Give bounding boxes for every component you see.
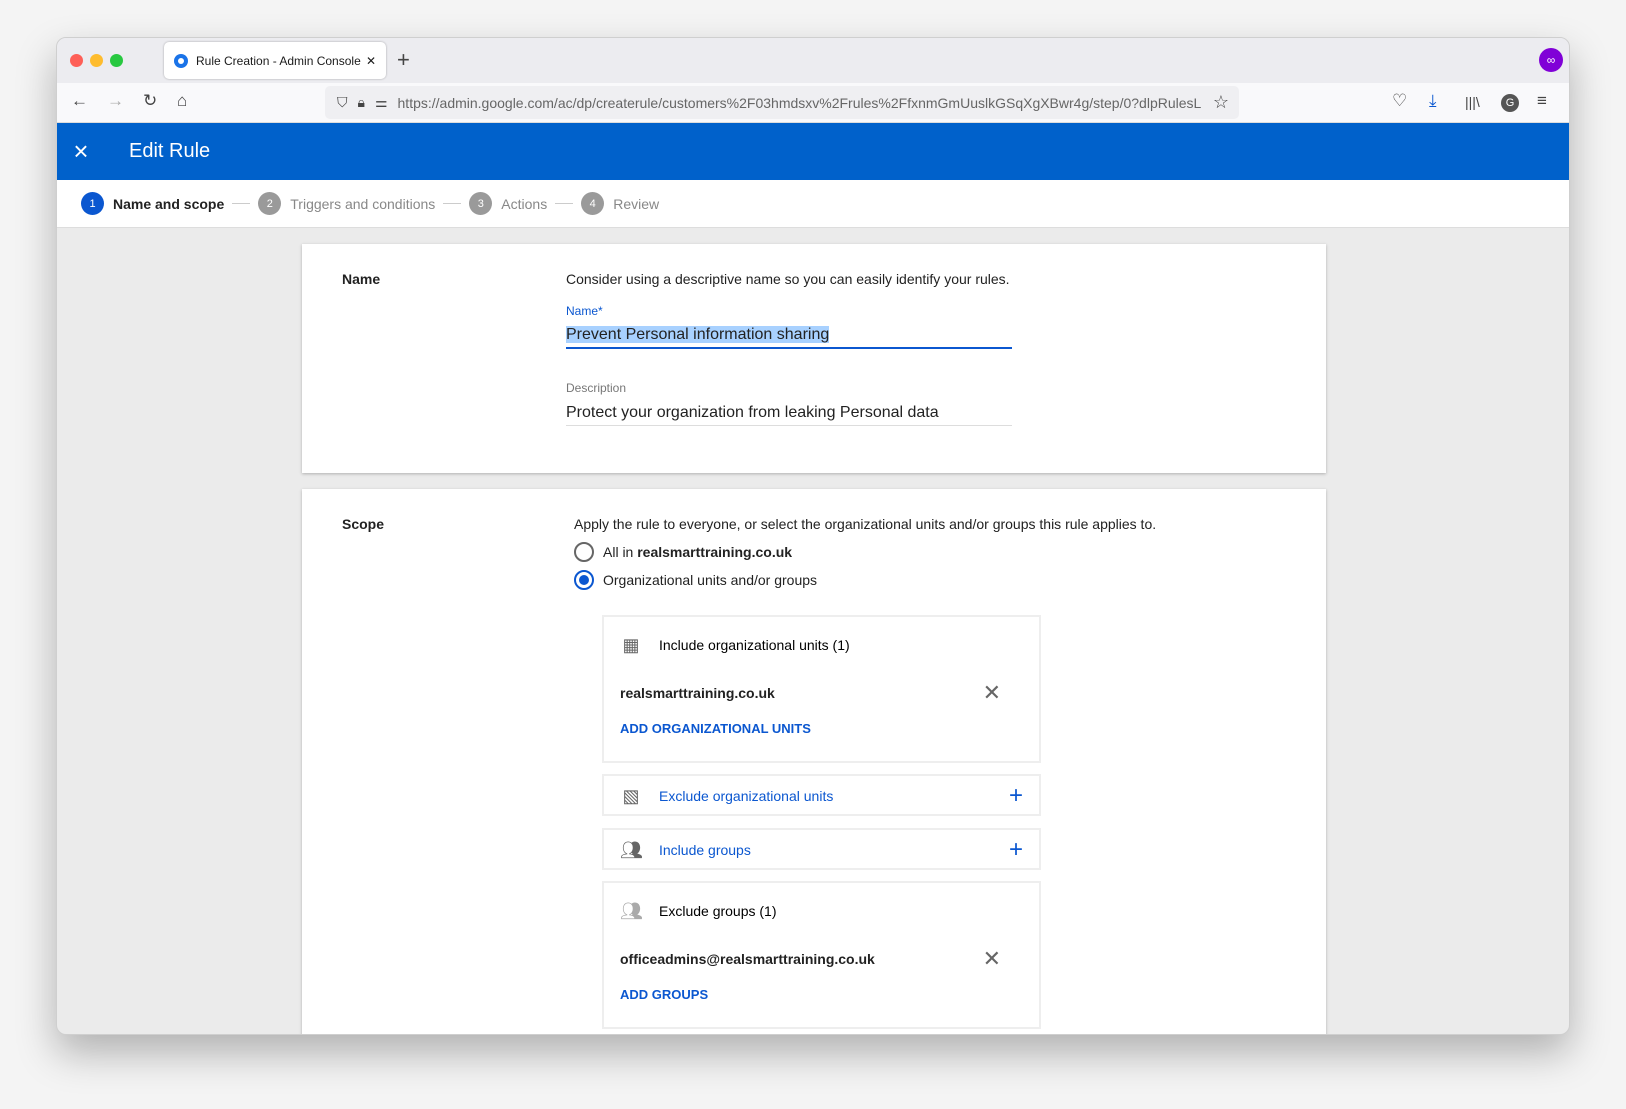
- scope-options: Apply the rule to everyone, or select th…: [574, 516, 1156, 590]
- page-title: Edit Rule: [129, 140, 211, 162]
- description-input[interactable]: Protect your organization from leaking P…: [566, 398, 1012, 426]
- tab-bar: Rule Creation - Admin Console ✕ + ∞: [57, 38, 1569, 83]
- close-icon[interactable]: ×: [57, 136, 105, 167]
- include-groups-box[interactable]: 👥︎ Include groups +: [602, 828, 1041, 870]
- step-divider: [555, 203, 574, 204]
- add-icon[interactable]: +: [1009, 836, 1023, 864]
- reload-button[interactable]: ↻: [143, 91, 157, 111]
- description-field-label: Description: [566, 381, 627, 395]
- add-org-units-button[interactable]: ADD ORGANIZATIONAL UNITS: [604, 721, 1039, 736]
- forward-button[interactable]: →: [107, 91, 124, 111]
- building-icon: ▦: [622, 634, 640, 655]
- library-icon[interactable]: |||\: [1465, 94, 1480, 110]
- exclude-groups-title: Exclude groups (1): [659, 903, 777, 919]
- app-header: × Edit Rule: [57, 123, 1569, 180]
- name-hint: Consider using a descriptive name so you…: [566, 271, 1010, 287]
- home-button[interactable]: ⌂: [177, 91, 187, 111]
- step-actions[interactable]: 3 Actions: [469, 192, 547, 215]
- admin-console-favicon-icon: [174, 53, 188, 68]
- exclude-groups-box: 👥︎ Exclude groups (1) officeadmins@realsm…: [602, 881, 1041, 1029]
- add-icon[interactable]: +: [1009, 782, 1023, 810]
- close-window-button[interactable]: [70, 54, 83, 67]
- remove-icon[interactable]: ✕: [983, 946, 1001, 972]
- building-off-icon: ▧: [622, 785, 640, 806]
- private-browsing-icon: ∞: [1539, 48, 1563, 72]
- downloads-icon[interactable]: ⤓: [1429, 91, 1437, 111]
- include-ou-box: ▦ Include organizational units (1) realsm…: [602, 615, 1041, 763]
- menu-icon[interactable]: ≡: [1537, 91, 1547, 111]
- step-divider: [232, 203, 251, 204]
- name-input[interactable]: Prevent Personal information sharing: [566, 320, 1012, 349]
- lock-icon: 🔒︎: [357, 94, 365, 110]
- remove-icon[interactable]: ✕: [983, 680, 1001, 706]
- minimize-window-button[interactable]: [90, 54, 103, 67]
- permissions-icon: ⚌: [374, 94, 388, 110]
- account-icon[interactable]: G: [1501, 94, 1519, 112]
- pocket-icon[interactable]: ♡: [1392, 91, 1407, 111]
- radio-button[interactable]: [574, 542, 594, 562]
- shield-icon: ⛉: [337, 94, 348, 110]
- radio-button[interactable]: [574, 570, 594, 590]
- scope-hint: Apply the rule to everyone, or select th…: [574, 516, 1157, 532]
- list-item: realsmarttraining.co.uk ✕: [620, 680, 1001, 706]
- step-divider: [443, 203, 462, 204]
- stepper: 1 Name and scope 2 Triggers and conditions…: [57, 180, 1569, 228]
- radio-units-groups[interactable]: Organizational units and/or groups: [574, 570, 1156, 590]
- address-bar[interactable]: ⛉ 🔒︎ ⚌ https://admin.google.com/ac/dp/crea…: [325, 86, 1239, 119]
- radio-all[interactable]: All in realsmarttraining.co.uk: [574, 542, 1156, 562]
- include-ou-title: Include organizational units (1): [659, 637, 850, 653]
- close-tab-icon[interactable]: ✕: [366, 54, 376, 68]
- exclude-ou-box[interactable]: ▧ Exclude organizational units +: [602, 774, 1041, 816]
- step-triggers[interactable]: 2 Triggers and conditions: [258, 192, 435, 215]
- scope-card: Scope Apply the rule to everyone, or sel…: [302, 489, 1326, 1034]
- bookmark-star-icon[interactable]: ☆: [1213, 92, 1229, 113]
- section-label: Scope: [342, 516, 385, 532]
- section-label: Name: [342, 271, 381, 287]
- browser-tab[interactable]: Rule Creation - Admin Console ✕: [164, 42, 386, 79]
- navigation-bar: ← → ↻ ⌂ ⛉ 🔒︎ ⚌ https://admin.google.com/ac…: [57, 83, 1569, 123]
- add-groups-button[interactable]: ADD GROUPS: [604, 987, 1039, 1002]
- group-icon: 👥︎: [620, 900, 643, 921]
- browser-window: Rule Creation - Admin Console ✕ + ∞ ← → …: [56, 37, 1570, 1035]
- name-field-label: Name*: [566, 304, 603, 318]
- new-tab-button[interactable]: +: [397, 47, 410, 73]
- step-name-and-scope[interactable]: 1 Name and scope: [81, 192, 224, 215]
- group-icon: 👥︎: [620, 839, 643, 860]
- name-card: Name Consider using a descriptive name s…: [302, 244, 1326, 473]
- list-item: officeadmins@realsmarttraining.co.uk ✕: [620, 946, 1001, 972]
- back-button[interactable]: ←: [71, 91, 88, 111]
- step-review[interactable]: 4 Review: [581, 192, 659, 215]
- maximize-window-button[interactable]: [110, 54, 123, 67]
